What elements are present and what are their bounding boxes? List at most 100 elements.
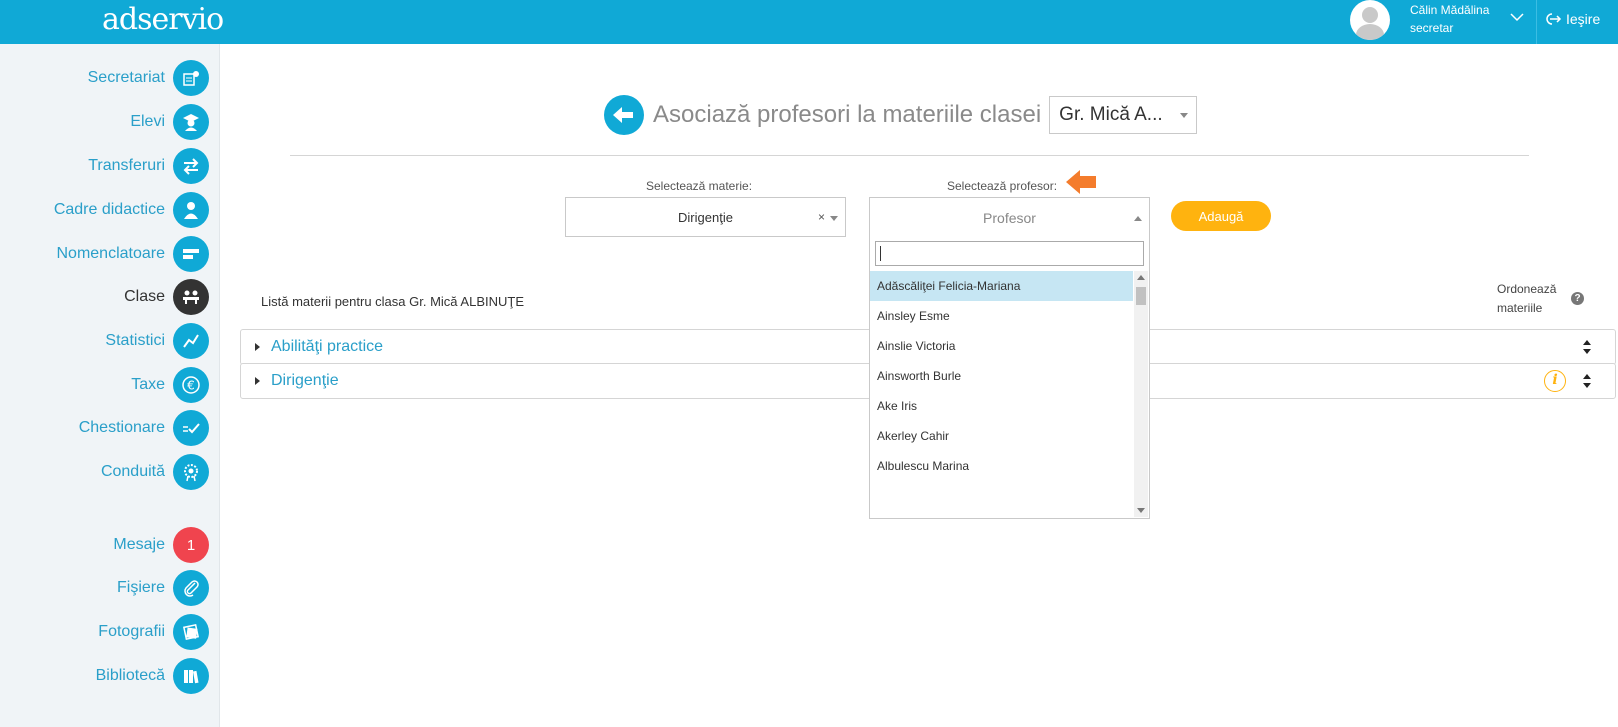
sidebar-item-label: Elevi — [130, 113, 165, 130]
photos-icon — [173, 614, 209, 650]
logout-icon — [1546, 13, 1562, 25]
help-icon[interactable]: ? — [1571, 292, 1584, 305]
chevron-down-icon[interactable] — [1510, 10, 1524, 24]
sidebar-item-label: Statistici — [105, 332, 165, 349]
sidebar-item-elevi[interactable]: Elevi — [130, 104, 209, 140]
class-select[interactable]: Gr. Mică A... — [1049, 96, 1198, 134]
profesor-dropdown: Adăscăliţei Felicia-Mariana Ainsley Esme… — [869, 237, 1150, 519]
info-icon[interactable]: i — [1544, 370, 1566, 392]
arrow-left-icon — [1066, 170, 1096, 194]
subject-name[interactable]: Abilităţi practice — [271, 338, 383, 356]
library-icon — [173, 658, 209, 694]
order-subjects-label[interactable]: Ordonează materiile — [1497, 280, 1556, 318]
materie-select[interactable]: Dirigenţie × — [565, 197, 846, 237]
profesor-label: Selectează profesor: — [946, 179, 1058, 193]
clear-icon[interactable]: × — [818, 210, 825, 224]
euro-icon: € — [173, 367, 209, 403]
profesor-select[interactable]: Profesor — [869, 197, 1150, 237]
logout-button[interactable]: Ieşire — [1546, 11, 1600, 27]
logout-label: Ieşire — [1566, 11, 1601, 27]
order-label-line: Ordonează — [1497, 282, 1557, 296]
secretariat-icon — [173, 60, 209, 96]
statistics-icon — [173, 323, 209, 359]
dropdown-option[interactable]: Adăscăliţei Felicia-Mariana — [870, 271, 1133, 301]
sidebar-item-label: Nomenclatoare — [56, 245, 166, 262]
dropdown-option[interactable]: Ainsworth Burle — [870, 361, 1133, 391]
sidebar-item-label: Fotografii — [98, 623, 165, 640]
add-button[interactable]: Adaugă — [1171, 201, 1271, 231]
sidebar: Secretariat Elevi Transferuri Cadre dida… — [0, 44, 220, 727]
sidebar-item-cadre-didactice[interactable]: Cadre didactice — [54, 192, 209, 228]
sidebar-item-transferuri[interactable]: Transferuri — [88, 148, 209, 184]
materie-select-value: Dirigenţie — [678, 209, 733, 225]
conduct-icon — [173, 454, 209, 490]
sidebar-item-label: Clase — [124, 288, 165, 305]
sidebar-item-label: Transferuri — [88, 157, 165, 174]
paperclip-icon — [173, 570, 209, 606]
expand-triangle-icon[interactable] — [255, 377, 260, 385]
page-header: Asociază profesori la materiile clasei G… — [604, 95, 1198, 135]
sidebar-item-fotografii[interactable]: Fotografii — [98, 614, 209, 650]
sidebar-item-label: Bibliotecă — [95, 667, 165, 684]
dropdown-search-input[interactable] — [875, 241, 1144, 266]
expand-triangle-icon[interactable] — [255, 343, 260, 351]
sidebar-item-secretariat[interactable]: Secretariat — [88, 60, 209, 96]
svg-text:€: € — [187, 379, 195, 393]
sidebar-item-mesaje[interactable]: Mesaje 1 — [113, 527, 209, 563]
dropdown-list: Adăscăliţei Felicia-Mariana Ainsley Esme… — [870, 271, 1133, 517]
nomenclature-icon — [173, 236, 209, 272]
dropdown-option[interactable]: Ainsley Esme — [870, 301, 1133, 331]
sidebar-item-label: Cadre didactice — [53, 201, 165, 218]
back-button[interactable] — [604, 95, 644, 135]
text-cursor — [880, 246, 881, 261]
sidebar-item-label: Conduită — [100, 463, 165, 480]
sidebar-item-label: Secretariat — [87, 69, 165, 86]
order-label-line: materiile — [1497, 301, 1543, 315]
sidebar-item-label: Chestionare — [78, 419, 165, 436]
sidebar-item-statistici[interactable]: Statistici — [105, 323, 209, 359]
divider — [1536, 0, 1537, 44]
page-title: Asociază profesori la materiile clasei — [653, 101, 1042, 128]
user-name[interactable]: Călin Mădălina — [1410, 3, 1489, 17]
sidebar-item-chestionare[interactable]: Chestionare — [79, 410, 209, 446]
sort-icon[interactable] — [1583, 340, 1591, 354]
main-content: Asociază profesori la materiile clasei G… — [221, 44, 1618, 727]
sidebar-item-conduita[interactable]: Conduită — [101, 454, 209, 490]
top-bar: adservio Călin Mădălina secretar Ieşire — [0, 0, 1618, 44]
arrow-left-icon — [613, 107, 633, 123]
dropdown-option[interactable]: Ainslie Victoria — [870, 331, 1133, 361]
caret-down-icon — [830, 216, 838, 221]
sidebar-item-clase[interactable]: Clase — [124, 279, 209, 315]
materie-label: Selectează materie: — [645, 179, 753, 193]
classroom-icon — [173, 279, 209, 315]
scroll-down-icon[interactable] — [1137, 508, 1145, 513]
avatar-body — [1356, 24, 1384, 40]
user-role: secretar — [1410, 21, 1454, 35]
sidebar-item-label: Fişiere — [116, 579, 165, 596]
caret-down-icon — [1180, 113, 1189, 118]
sidebar-item-fisiere[interactable]: Fişiere — [117, 570, 209, 606]
dropdown-option[interactable]: Akerley Cahir — [870, 421, 1133, 451]
sidebar-item-nomenclatoare[interactable]: Nomenclatoare — [56, 236, 209, 272]
divider — [290, 155, 1529, 156]
scroll-thumb[interactable] — [1136, 287, 1146, 305]
student-icon — [173, 104, 209, 140]
subject-name[interactable]: Dirigenţie — [271, 372, 339, 390]
user-avatar[interactable] — [1350, 0, 1390, 40]
teacher-icon — [173, 192, 209, 228]
dropdown-option[interactable]: Albulescu Marina — [870, 451, 1133, 481]
dropdown-scrollbar[interactable] — [1134, 271, 1148, 517]
caret-up-icon — [1134, 216, 1142, 221]
avatar-head — [1362, 7, 1378, 23]
sort-icon[interactable] — [1583, 374, 1591, 388]
class-select-value: Gr. Mică A... — [1059, 104, 1163, 125]
sidebar-item-taxe[interactable]: Taxe € — [131, 367, 209, 403]
sidebar-item-label: Mesaje — [113, 536, 165, 553]
questionnaire-icon — [173, 410, 209, 446]
sidebar-item-biblioteca[interactable]: Bibliotecă — [96, 658, 209, 694]
dropdown-option[interactable]: Ake Iris — [870, 391, 1133, 421]
profesor-select-placeholder: Profesor — [983, 209, 1036, 226]
scroll-up-icon[interactable] — [1137, 275, 1145, 280]
subject-list-title: Listă materii pentru clasa Gr. Mică ALBI… — [261, 294, 524, 309]
app-logo[interactable]: adservio — [102, 2, 224, 37]
